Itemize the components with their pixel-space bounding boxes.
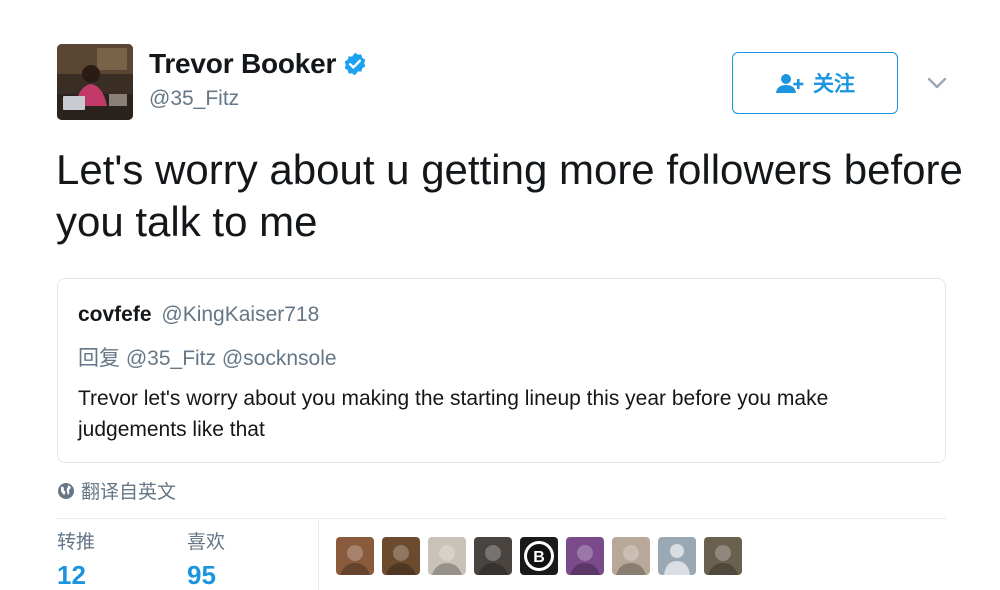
liker-avatar[interactable]: B	[520, 537, 558, 575]
retweets-count: 12	[57, 560, 86, 590]
add-user-icon	[775, 72, 805, 94]
svg-text:B: B	[533, 549, 545, 566]
liker-avatar[interactable]	[382, 537, 420, 575]
quoted-tweet[interactable]: covfefe @KingKaiser718 回复 @35_Fitz @sock…	[57, 278, 946, 463]
quoted-reply-line: 回复 @35_Fitz @socknsole	[78, 347, 337, 370]
likers-row: B	[336, 537, 750, 575]
quoted-tweet-header: covfefe @KingKaiser718	[78, 303, 319, 327]
stats-top-divider	[57, 518, 946, 519]
likes-count: 95	[187, 560, 216, 590]
liker-avatar[interactable]	[566, 537, 604, 575]
liker-avatar[interactable]	[612, 537, 650, 575]
tweet-text: Let's worry about u getting more followe…	[56, 146, 963, 245]
liker-avatar[interactable]	[704, 537, 742, 575]
stats-vertical-divider	[318, 519, 319, 590]
author-name[interactable]: Trevor Booker	[149, 48, 336, 80]
author-avatar[interactable]	[57, 44, 133, 120]
likes-stat[interactable]: 喜欢 95	[187, 527, 225, 590]
retweets-label: 转推	[57, 532, 96, 553]
quoted-author-name: covfefe	[78, 303, 152, 326]
quoted-tweet-text: Trevor let's worry about you making the …	[78, 387, 829, 441]
liker-avatar[interactable]	[658, 537, 696, 575]
author-handle[interactable]: @35_Fitz	[149, 87, 239, 111]
quoted-author-handle: @KingKaiser718	[161, 303, 320, 326]
translate-label: 翻译自英文	[81, 482, 177, 503]
translate-link[interactable]: 翻译自英文	[57, 477, 176, 504]
chevron-down-icon[interactable]	[926, 74, 948, 92]
retweets-stat[interactable]: 转推 12	[57, 527, 95, 590]
liker-avatar[interactable]	[336, 537, 374, 575]
follow-button-label: 关注	[813, 73, 855, 96]
globe-icon	[57, 482, 75, 500]
follow-button[interactable]: 关注	[732, 52, 898, 114]
verified-badge-icon	[342, 51, 368, 77]
liker-avatar[interactable]	[428, 537, 466, 575]
liker-avatar[interactable]	[474, 537, 512, 575]
likes-label: 喜欢	[187, 532, 226, 553]
